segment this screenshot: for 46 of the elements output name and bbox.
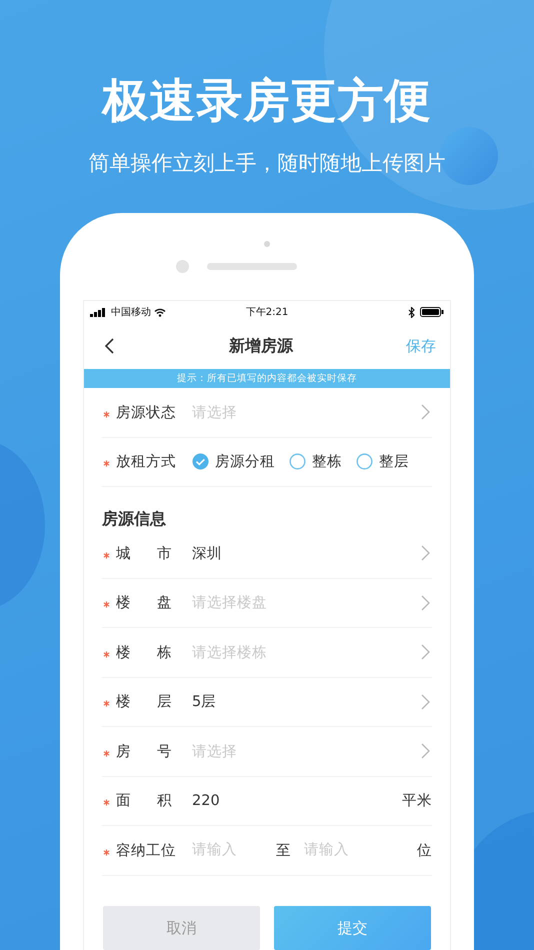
battery-icon [420, 307, 444, 317]
field-label: 楼盘 [116, 594, 172, 612]
checked-radio-icon[interactable] [192, 453, 209, 470]
radio-label: 整层 [379, 453, 409, 472]
carrier-name: 中国移动 [111, 306, 151, 319]
field-value[interactable]: 220 [192, 792, 402, 809]
unit-label: 平米 [402, 792, 432, 810]
cancel-button[interactable]: 取消 [103, 906, 260, 950]
notice-banner: 提示：所有已填写的内容都会被实时保存 [84, 369, 450, 388]
status-time: 下午2:21 [246, 306, 288, 319]
camera-icon [176, 260, 188, 273]
section-title: 房源信息 [102, 509, 167, 529]
chevron-icon [421, 644, 430, 660]
headline: 极速录房更方便 [102, 72, 432, 128]
signal-icon [90, 308, 108, 316]
chevron-icon [421, 743, 430, 760]
chevron-icon [421, 594, 430, 611]
field-value[interactable]: 深圳 [192, 544, 421, 563]
submit-button[interactable]: 提交 [274, 906, 431, 950]
subtitle: 简单操作立刻上手，随时随地上传图片 [88, 150, 446, 177]
page-title: 新增房源 [229, 336, 293, 356]
unit-label: 位 [417, 842, 432, 860]
chevron-icon [421, 404, 430, 420]
field-label: 放租方式 [116, 452, 177, 472]
radio-label: 整栋 [312, 453, 342, 472]
field-label: 城市 [116, 544, 172, 563]
field-label: 房源状态 [116, 404, 177, 422]
radio-icon[interactable] [289, 453, 306, 470]
sensor-icon [264, 241, 270, 247]
radio-label: 房源分租 [215, 452, 275, 472]
field-label: 楼层 [116, 693, 172, 712]
back-icon [104, 338, 114, 354]
range-separator: 至 [276, 842, 291, 860]
chevron-icon [421, 545, 430, 562]
field-label: 楼栋 [116, 644, 172, 662]
chevron-icon [421, 694, 430, 710]
back-button[interactable] [102, 336, 116, 356]
field-label: 容纳工位 [116, 842, 177, 860]
wifi-icon [154, 308, 166, 316]
field-label: 面积 [116, 792, 172, 810]
radio-icon[interactable] [356, 453, 373, 470]
bluetooth-icon [408, 306, 415, 318]
field-label: 房号 [116, 742, 172, 761]
speaker-icon [206, 263, 296, 270]
field-value[interactable]: 5层 [192, 692, 421, 712]
save-button[interactable]: 保存 [406, 336, 436, 356]
